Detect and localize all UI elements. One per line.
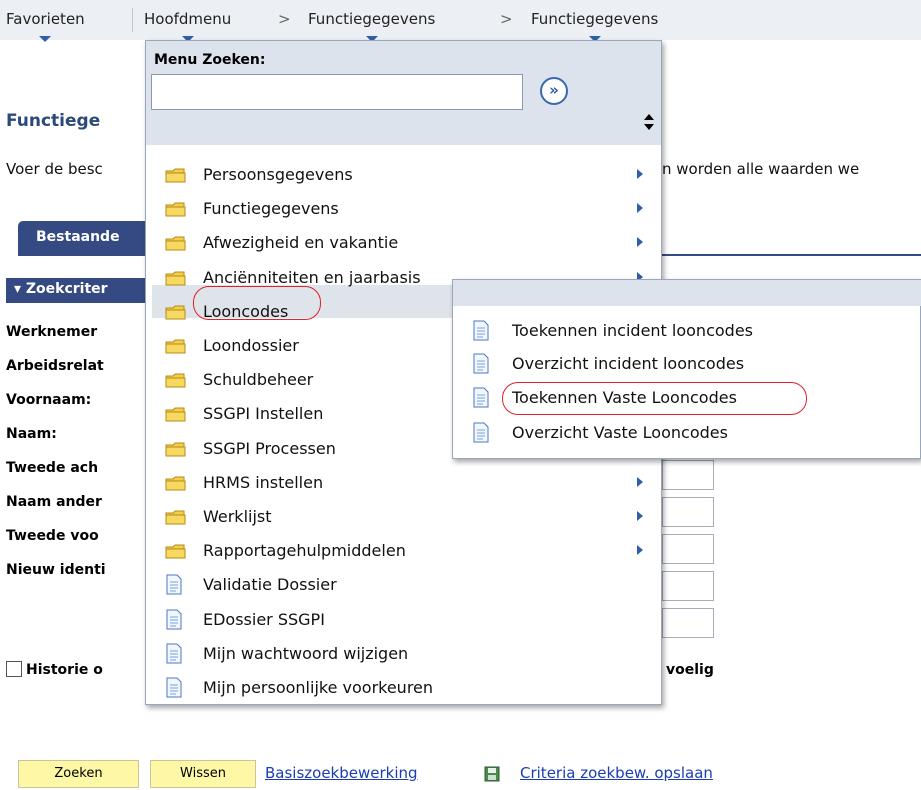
submenu-item-overzicht-incident[interactable]: Overzicht incident looncodes bbox=[512, 354, 744, 373]
submenu-header bbox=[453, 280, 921, 306]
menu-item-ssgpi-processen[interactable]: SSGPI Processen bbox=[203, 439, 336, 458]
folder-icon bbox=[165, 202, 186, 217]
menu-item-werklijst[interactable]: Werklijst bbox=[203, 507, 272, 526]
nav-breadcrumb-functiegegevens-1[interactable]: Functiegegevens bbox=[308, 10, 435, 42]
nav-breadcrumb-functiegegevens-2: Functiegegevens bbox=[531, 10, 659, 42]
submenu-item-overzicht-vaste[interactable]: Overzicht Vaste Looncodes bbox=[512, 423, 728, 442]
breadcrumb-separator: > bbox=[500, 10, 513, 28]
clear-button[interactable]: Wissen bbox=[150, 760, 256, 788]
menu-item-anci-nniteiten-en-jaarbasis[interactable]: Anciënniteiten en jaarbasis bbox=[203, 268, 421, 287]
search-criteria-section[interactable]: ▾ Zoekcriter bbox=[6, 278, 156, 303]
field-label-employment: Arbeidsrelat bbox=[6, 358, 104, 374]
folder-icon bbox=[165, 168, 186, 183]
menu-search-label: Menu Zoeken: bbox=[154, 52, 266, 68]
submenu-arrow-icon bbox=[637, 169, 643, 179]
submenu-arrow-icon bbox=[637, 511, 643, 521]
submenu-arrow-icon bbox=[637, 545, 643, 555]
folder-icon bbox=[165, 271, 186, 286]
document-icon bbox=[166, 643, 182, 664]
document-icon bbox=[166, 574, 182, 595]
nav-favorites[interactable]: Favorieten bbox=[6, 10, 85, 42]
folder-icon bbox=[165, 476, 186, 491]
submenu-item-toekennen-incident[interactable]: Toekennen incident looncodes bbox=[512, 321, 753, 340]
document-icon bbox=[473, 422, 489, 443]
annotation-circle-toekennen-vaste bbox=[502, 382, 807, 415]
menu-item-edossier-ssgpi[interactable]: EDossier SSGPI bbox=[203, 610, 325, 629]
folder-icon bbox=[165, 236, 186, 251]
save-criteria-link[interactable]: Criteria zoekbew. opslaan bbox=[520, 764, 713, 782]
second-prefix-input[interactable] bbox=[662, 534, 714, 564]
collapse-triangle-icon: ▾ bbox=[14, 281, 26, 297]
extra-input[interactable] bbox=[662, 608, 714, 638]
field-label-name: Naam: bbox=[6, 426, 57, 442]
field-label-other-name: Naam ander bbox=[6, 494, 102, 510]
folder-icon bbox=[165, 339, 186, 354]
folder-icon bbox=[165, 373, 186, 388]
history-checkbox[interactable] bbox=[6, 661, 22, 677]
page-description-right: n worden alle waarden we bbox=[662, 160, 860, 178]
page-title: Functiege bbox=[6, 111, 101, 131]
menu-item-rapportagehulpmiddelen[interactable]: Rapportagehulpmiddelen bbox=[203, 541, 406, 560]
annotation-circle-looncodes bbox=[193, 286, 321, 320]
nav-divider bbox=[132, 8, 133, 32]
folder-icon bbox=[165, 442, 186, 457]
search-button[interactable]: Zoeken bbox=[18, 760, 139, 788]
document-icon bbox=[166, 609, 182, 630]
menu-item-mijn-persoonlijke-voorkeuren[interactable]: Mijn persoonlijke voorkeuren bbox=[203, 678, 433, 697]
menu-item-functiegegevens[interactable]: Functiegegevens bbox=[203, 199, 339, 218]
document-icon bbox=[473, 353, 489, 374]
other-name-input[interactable] bbox=[662, 497, 714, 527]
save-icon bbox=[484, 766, 500, 782]
menu-item-schuldbeheer[interactable]: Schuldbeheer bbox=[203, 370, 313, 389]
sort-icon[interactable] bbox=[642, 109, 656, 135]
folder-icon bbox=[165, 510, 186, 525]
menu-item-persoonsgegevens[interactable]: Persoonsgegevens bbox=[203, 165, 353, 184]
tab-existing-value[interactable]: Bestaande bbox=[18, 221, 150, 255]
nav-main-menu[interactable]: Hoofdmenu bbox=[144, 10, 231, 42]
field-label-second-surname: Tweede ach bbox=[6, 460, 99, 476]
submenu-arrow-icon bbox=[637, 237, 643, 247]
top-nav-bar bbox=[0, 0, 921, 40]
field-label-second-prefix: Tweede voo bbox=[6, 528, 99, 544]
folder-icon bbox=[165, 544, 186, 559]
document-icon bbox=[473, 387, 489, 408]
folder-icon bbox=[165, 305, 186, 320]
go-arrow-icon[interactable]: » bbox=[540, 77, 568, 105]
breadcrumb-separator: > bbox=[278, 10, 291, 28]
menu-item-hrms-instellen[interactable]: HRMS instellen bbox=[203, 473, 323, 492]
menu-item-ssgpi-instellen[interactable]: SSGPI Instellen bbox=[203, 404, 323, 423]
page-description-left: Voer de besc bbox=[6, 160, 103, 178]
field-label-new-id: Nieuw identi bbox=[6, 562, 106, 578]
menu-item-afwezigheid-en-vakantie[interactable]: Afwezigheid en vakantie bbox=[203, 233, 398, 252]
menu-search-input[interactable] bbox=[151, 74, 523, 110]
menu-item-validatie-dossier[interactable]: Validatie Dossier bbox=[203, 575, 337, 594]
submenu-arrow-icon bbox=[637, 477, 643, 487]
document-icon bbox=[166, 677, 182, 698]
document-icon bbox=[473, 320, 489, 341]
basic-search-link[interactable]: Basiszoekbewerking bbox=[265, 764, 418, 782]
folder-icon bbox=[165, 407, 186, 422]
field-label-firstname: Voornaam: bbox=[6, 392, 92, 408]
new-id-input[interactable] bbox=[662, 571, 714, 601]
section-label: Zoekcriter bbox=[25, 281, 108, 297]
case-sensitive-label: voelig bbox=[666, 662, 714, 678]
menu-item-loondossier[interactable]: Loondossier bbox=[203, 336, 299, 355]
field-label-employee: Werknemer bbox=[6, 324, 98, 340]
history-label: Historie o bbox=[26, 662, 103, 678]
submenu-arrow-icon bbox=[637, 203, 643, 213]
menu-item-mijn-wachtwoord-wijzigen[interactable]: Mijn wachtwoord wijzigen bbox=[203, 644, 408, 663]
second-surname-input[interactable] bbox=[662, 460, 714, 490]
